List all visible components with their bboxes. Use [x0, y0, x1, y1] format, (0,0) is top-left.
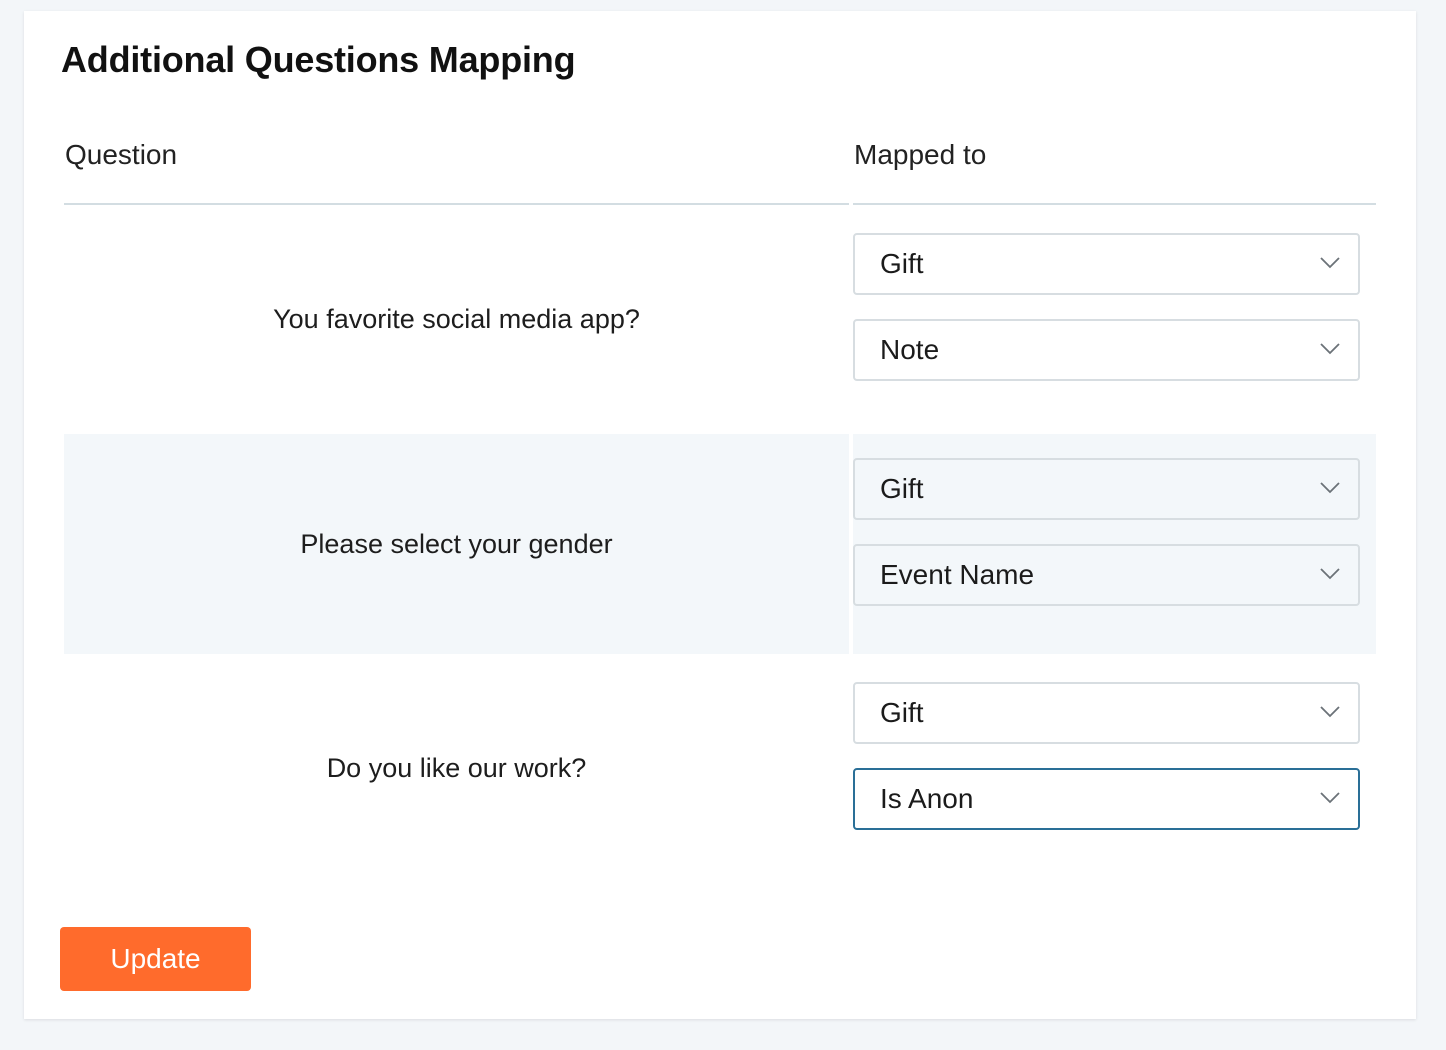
select-value: Note [880, 334, 940, 365]
table-row: Please select your gender Gift Event Nam… [64, 434, 1376, 654]
questions-mapping-card: Additional Questions Mapping Question Ma… [24, 11, 1416, 1019]
mapping-select[interactable]: Event Name [853, 544, 1360, 606]
mapping-select[interactable]: Gift [853, 458, 1360, 520]
mapping-select[interactable]: Is Anon [853, 768, 1360, 830]
update-button[interactable]: Update [60, 927, 251, 991]
mapping-cell: Gift Event Name [853, 434, 1376, 654]
question-text: Please select your gender [64, 434, 849, 654]
select-value: Gift [880, 473, 924, 504]
question-text: You favorite social media app? [273, 304, 640, 334]
chevron-down-icon [1320, 792, 1340, 804]
page-title: Additional Questions Mapping [61, 39, 576, 80]
mapping-cell: Gift Is Anon [853, 654, 1376, 882]
select-value: Gift [880, 248, 924, 279]
mapping-select[interactable]: Gift [853, 682, 1360, 744]
column-header-question: Question [65, 139, 178, 170]
mapping-select[interactable]: Gift [853, 233, 1360, 295]
chevron-down-icon [1320, 257, 1340, 269]
select-value: Gift [880, 697, 924, 728]
select-value: Is Anon [880, 783, 974, 814]
mapping-cell: Gift Note [853, 205, 1376, 434]
question-text: Do you like our work? [326, 752, 587, 783]
chevron-down-icon [1320, 343, 1340, 355]
table-row: Do you like our work? Gift Is Anon [64, 654, 1376, 882]
chevron-down-icon [1320, 568, 1340, 580]
select-value: Event Name [880, 559, 1035, 590]
chevron-down-icon [1320, 706, 1340, 718]
mapping-select[interactable]: Note [853, 319, 1360, 381]
chevron-down-icon [1320, 482, 1340, 494]
table-row: You favorite social media app? Gift Note [64, 205, 1376, 434]
column-header-mapped-to: Mapped to [854, 139, 987, 170]
